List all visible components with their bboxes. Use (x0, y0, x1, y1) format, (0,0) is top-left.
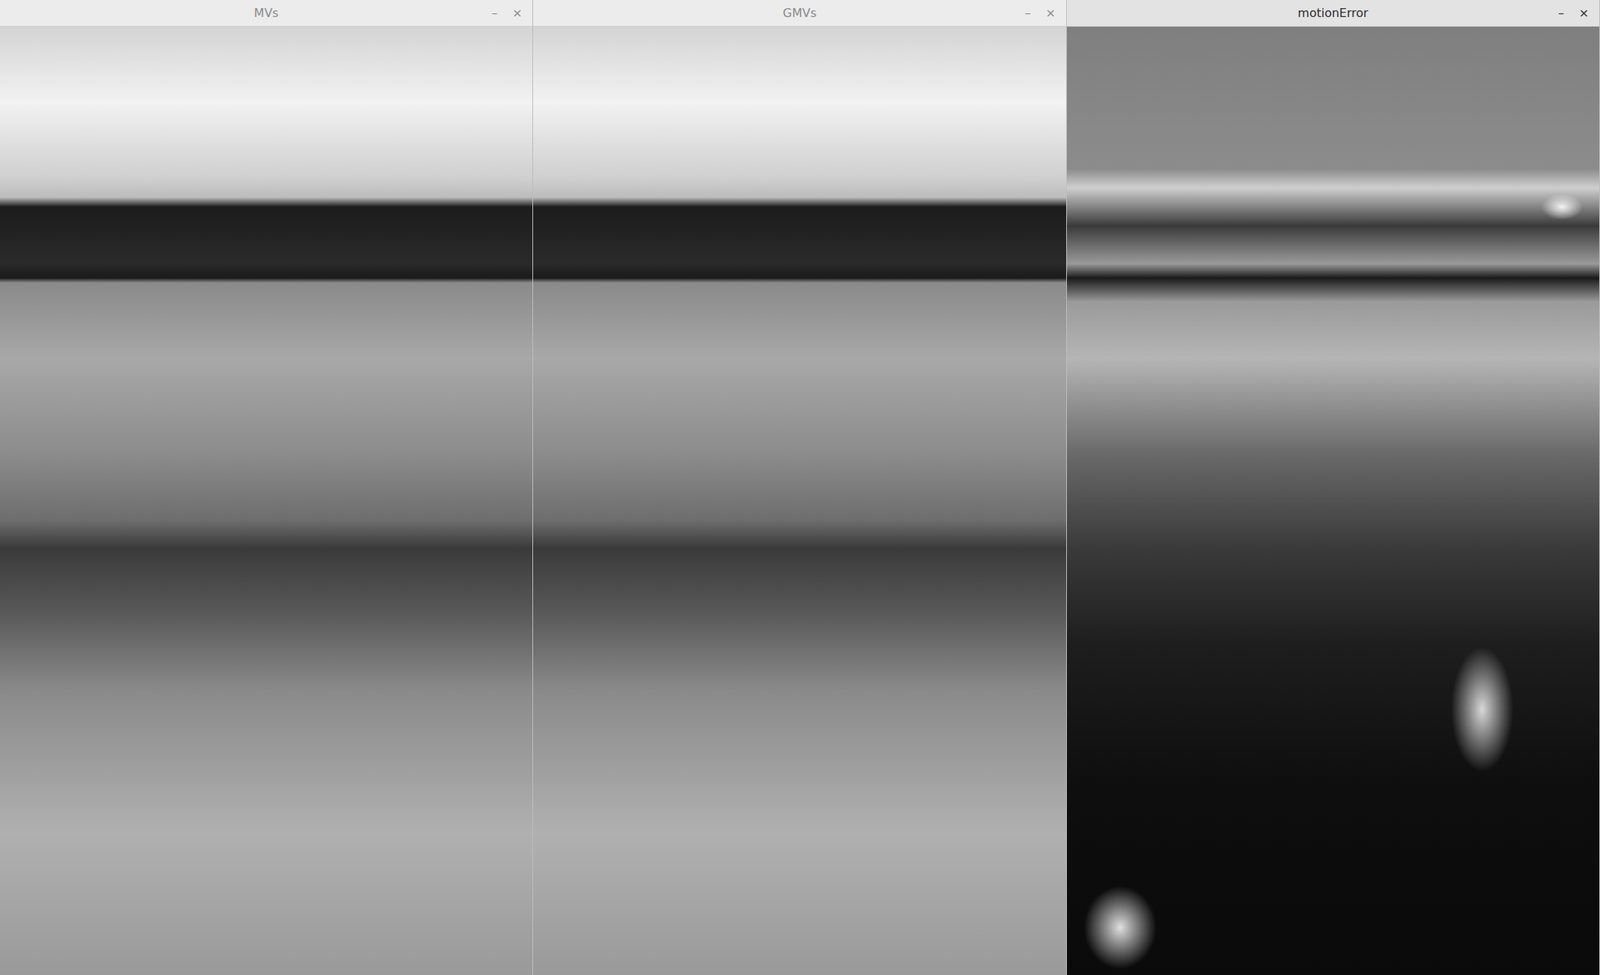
image-window[interactable]: GMVs –× (533, 0, 1067, 975)
window-title: GMVs (590, 5, 1008, 20)
window-control-button[interactable]: × (1039, 4, 1061, 22)
window-control-button[interactable]: × (1573, 4, 1595, 22)
title-bar[interactable]: MVs –× (0, 0, 533, 27)
image-window[interactable]: motionError –× (1066, 0, 1600, 975)
window-control-button[interactable]: – (1552, 4, 1571, 22)
window-control-button[interactable]: – (1018, 4, 1037, 22)
desktop: MVs –× GMVs –× motionError –× (0, 0, 1600, 975)
window-control-button[interactable]: – (485, 4, 504, 22)
title-bar[interactable]: motionError –× (1066, 0, 1600, 27)
title-bar[interactable]: GMVs –× (533, 0, 1066, 27)
image-view (533, 26, 1066, 975)
window-title: MVs (57, 5, 475, 20)
image-window[interactable]: MVs –× (0, 0, 534, 975)
image-view (1066, 26, 1600, 975)
window-control-button[interactable]: × (506, 4, 528, 22)
window-title: motionError (1124, 5, 1542, 20)
image-view (0, 26, 533, 975)
